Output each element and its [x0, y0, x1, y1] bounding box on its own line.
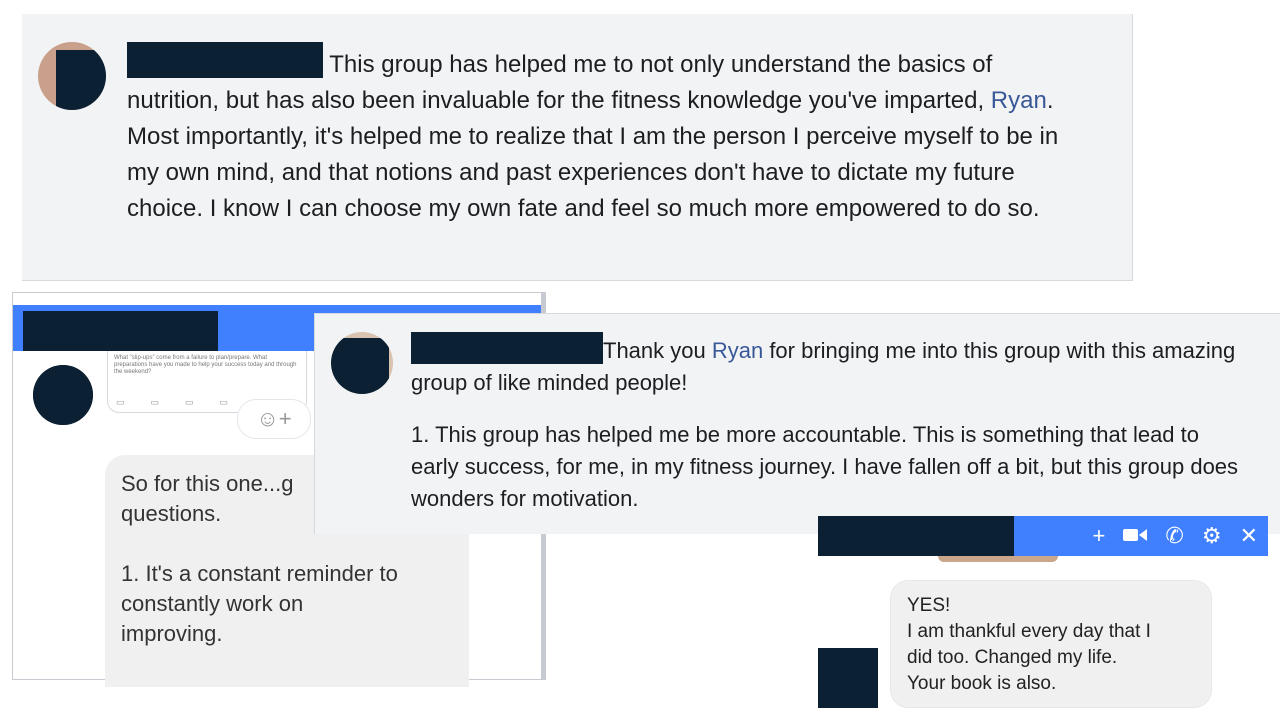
avatar[interactable] [33, 365, 93, 425]
gear-icon[interactable]: ⚙ [1202, 516, 1222, 556]
avatar[interactable] [818, 648, 878, 708]
phone-icon[interactable]: ✆ [1165, 516, 1183, 556]
preview-action-icons: ▭▭▭▭ [116, 397, 255, 407]
author-name-redaction [411, 332, 603, 364]
comment-paragraph: 1. This group has helped me be more acco… [411, 422, 1239, 511]
mention-link-ryan[interactable]: Ryan [712, 338, 763, 363]
avatar-redaction [33, 365, 93, 425]
mention-link-ryan[interactable]: Ryan [991, 87, 1047, 114]
comment-card-middle: Thank you Ryan for bringing me into this… [314, 313, 1280, 534]
avatar[interactable] [331, 332, 393, 394]
comment-text: This group has helped me to not only und… [127, 42, 1087, 227]
message-line: YES! [907, 595, 951, 616]
message-line: improving. [121, 621, 223, 646]
avatar[interactable] [38, 42, 106, 110]
video-icon[interactable] [1123, 516, 1148, 556]
avatar-redaction [331, 338, 389, 394]
comment-paragraph: Thank you Ryan for bringing me into this… [411, 332, 1251, 399]
plus-icon[interactable]: + [1093, 516, 1106, 556]
comment-card-top: This group has helped me to not only und… [22, 14, 1133, 281]
shared-image-edge [938, 556, 1058, 562]
comment-text: Thank you Ryan for bringing me into this… [411, 332, 1251, 515]
emoji-reaction-button[interactable]: ☺+ [237, 399, 311, 439]
message-line: I am thankful every day that I [907, 621, 1151, 642]
chat-header-tools: + ✆ ⚙ ✕ [1093, 516, 1258, 556]
messenger-window-right: + ✆ ⚙ ✕ YES! I am thankful every day tha… [818, 516, 1268, 720]
avatar-redaction [56, 50, 106, 110]
message-line: did too. Changed my life. [907, 647, 1118, 668]
message-bubble: YES! I am thankful every day that I did … [890, 580, 1212, 708]
author-name-redaction [127, 42, 323, 78]
emoji-icon: ☺+ [256, 406, 292, 431]
chat-title-redaction [818, 516, 1014, 556]
chat-title-redaction [23, 311, 218, 351]
message-line: constantly work on [121, 591, 304, 616]
message-line: 1. It's a constant reminder to [121, 561, 398, 586]
chat-header[interactable]: + ✆ ⚙ ✕ [818, 516, 1268, 556]
close-icon[interactable]: ✕ [1240, 516, 1258, 556]
comment-text-part: Thank you [603, 338, 712, 363]
preview-text: What "slip-ups" come from a failure to p… [114, 355, 297, 375]
message-line: Your book is also. [907, 673, 1057, 694]
